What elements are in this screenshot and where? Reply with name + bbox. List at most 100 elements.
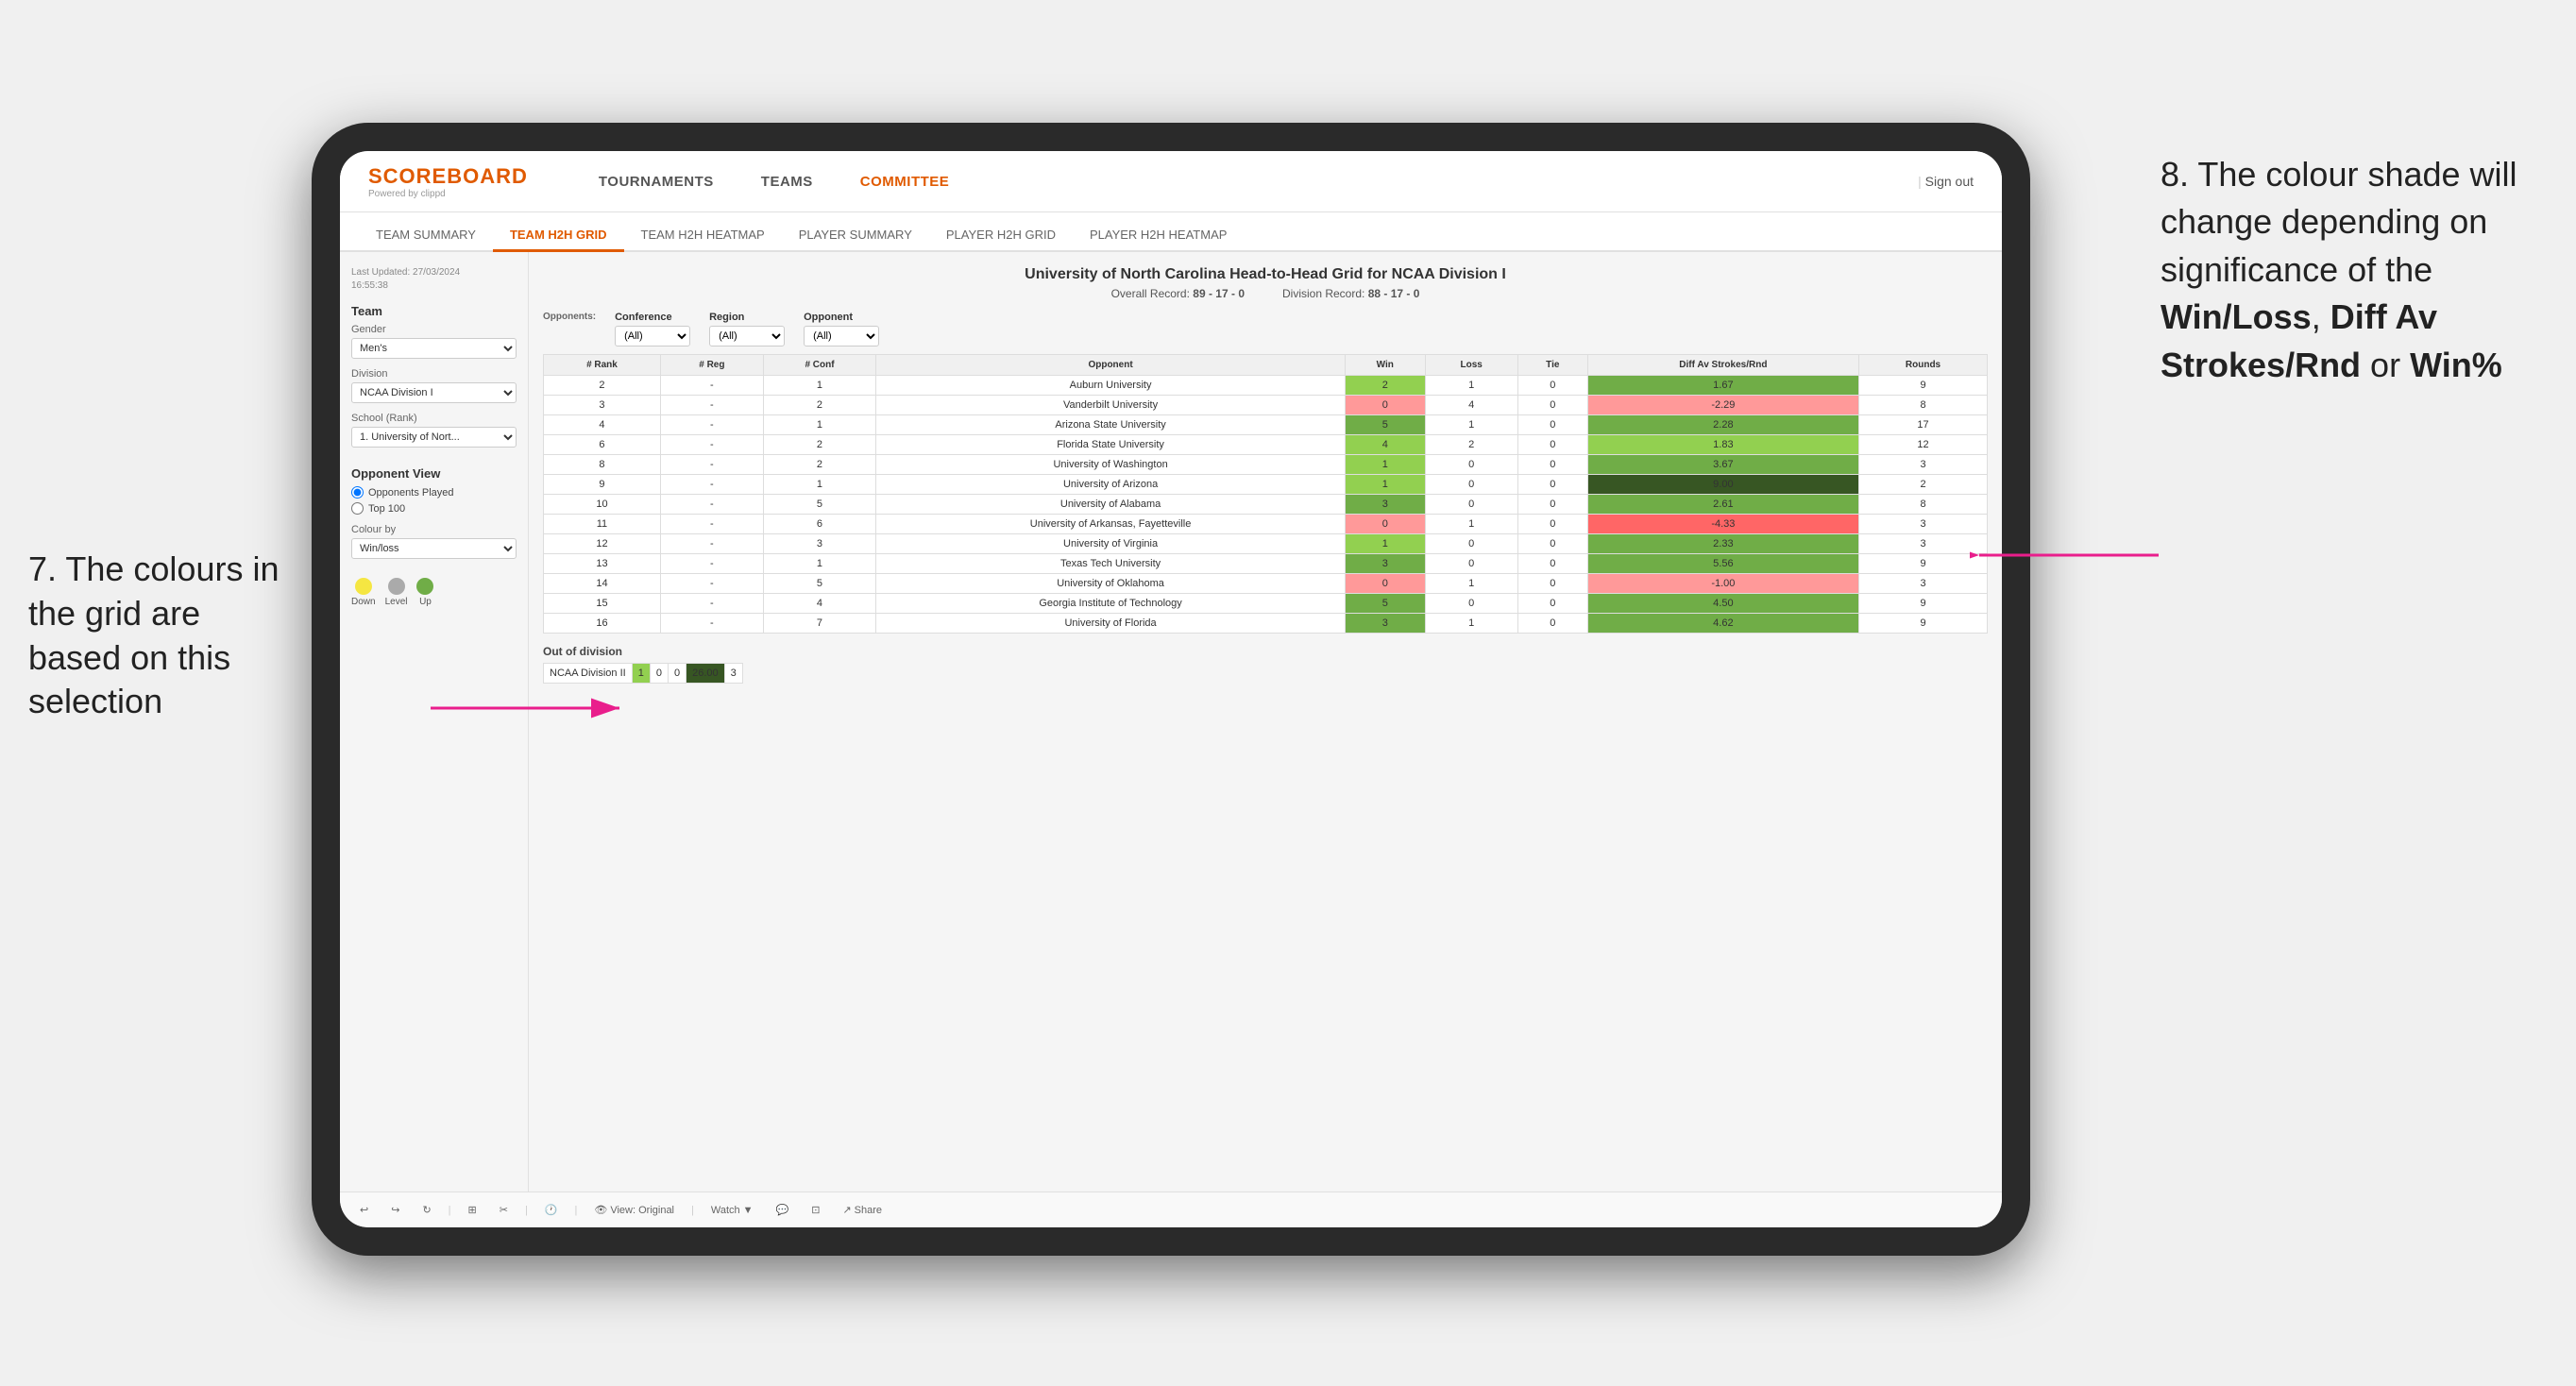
timestamp: Last Updated: 27/03/2024 16:55:38 (351, 266, 517, 293)
division-record: Division Record: 88 - 17 - 0 (1282, 287, 1419, 300)
tab-team-h2h-heatmap[interactable]: TEAM H2H HEATMAP (624, 220, 782, 252)
cell-diff: 5.56 (1587, 554, 1858, 574)
logo-sub: Powered by clippd (368, 189, 528, 199)
cell-reg: - (660, 594, 763, 614)
crop-button[interactable]: ✂ (494, 1201, 514, 1219)
region-select[interactable]: (All) (709, 326, 785, 346)
cell-opponent: Texas Tech University (876, 554, 1346, 574)
cell-rank: 9 (544, 475, 661, 495)
cell-rounds: 9 (1859, 376, 1988, 396)
col-loss: Loss (1425, 355, 1517, 376)
table-row: 9 - 1 University of Arizona 1 0 0 9.00 2 (544, 475, 1988, 495)
tab-player-h2h-heatmap[interactable]: PLAYER H2H HEATMAP (1073, 220, 1244, 252)
nav-teams[interactable]: TEAMS (737, 166, 837, 197)
colour-down-label: Down (351, 597, 376, 607)
cell-loss: 0 (1425, 475, 1517, 495)
cell-diff: -4.33 (1587, 515, 1858, 534)
cell-reg: - (660, 534, 763, 554)
tab-team-summary[interactable]: TEAM SUMMARY (359, 220, 493, 252)
tab-player-h2h-grid[interactable]: PLAYER H2H GRID (929, 220, 1073, 252)
cell-opponent: University of Washington (876, 455, 1346, 475)
cell-win: 1 (1345, 534, 1425, 554)
gender-select[interactable]: Men's (351, 338, 517, 359)
cell-rounds: 9 (1859, 594, 1988, 614)
cell-tie: 0 (1517, 455, 1587, 475)
division-select[interactable]: NCAA Division I (351, 382, 517, 403)
col-tie: Tie (1517, 355, 1587, 376)
cell-reg: - (660, 554, 763, 574)
cell-opponent: Auburn University (876, 376, 1346, 396)
cell-rounds: 9 (1859, 614, 1988, 634)
annotation-right: 8. The colour shade will change dependin… (2161, 151, 2557, 389)
school-label: School (Rank) (351, 413, 517, 424)
cell-win: 3 (1345, 495, 1425, 515)
app-header: SCOREBOARD Powered by clippd TOURNAMENTS… (340, 151, 2002, 212)
view-label: View: Original (610, 1205, 674, 1216)
cell-opponent: University of Arizona (876, 475, 1346, 495)
radio-opponents-played[interactable]: Opponents Played (351, 486, 517, 499)
conference-select[interactable]: (All) (615, 326, 690, 346)
cell-rank: 10 (544, 495, 661, 515)
cell-diff: 2.33 (1587, 534, 1858, 554)
cell-tie: 0 (1517, 574, 1587, 594)
cell-conf: 4 (763, 594, 875, 614)
cell-loss: 1 (1425, 515, 1517, 534)
cell-rank: 12 (544, 534, 661, 554)
cell-rounds: 3 (1859, 574, 1988, 594)
opponent-select[interactable]: (All) (804, 326, 879, 346)
cell-reg: - (660, 574, 763, 594)
sign-out-button[interactable]: Sign out (1918, 174, 1974, 189)
col-reg: # Reg (660, 355, 763, 376)
radio-top-100[interactable]: Top 100 (351, 502, 517, 515)
annotation-left: 7. The colours in the grid are based on … (28, 548, 293, 724)
cell-opponent: University of Alabama (876, 495, 1346, 515)
refresh-button[interactable]: ↻ (416, 1201, 436, 1219)
school-select[interactable]: 1. University of Nort... (351, 427, 517, 448)
watch-label: Watch (711, 1205, 740, 1216)
out-of-division-section: Out of division NCAA Division II 1 0 0 2… (543, 645, 1988, 684)
view-button[interactable]: 👁 View: Original (588, 1201, 680, 1219)
nav-committee[interactable]: COMMITTEE (837, 166, 974, 197)
cell-rounds: 3 (1859, 515, 1988, 534)
redo-button[interactable]: ↪ (385, 1201, 405, 1219)
view-icon: 👁 (594, 1204, 607, 1216)
cell-diff: 9.00 (1587, 475, 1858, 495)
cell-win: 0 (1345, 574, 1425, 594)
cell-tie: 0 (1517, 475, 1587, 495)
cell-diff: 3.67 (1587, 455, 1858, 475)
comment-button[interactable]: 💬 (771, 1201, 795, 1219)
present-button[interactable]: ⊡ (805, 1201, 825, 1219)
cell-win: 5 (1345, 594, 1425, 614)
cell-rounds: 3 (1859, 455, 1988, 475)
cell-rounds: 3 (1859, 534, 1988, 554)
cell-reg: - (660, 614, 763, 634)
clock-button[interactable]: 🕐 (539, 1201, 564, 1219)
nav-tournaments[interactable]: TOURNAMENTS (575, 166, 737, 197)
share-label: Share (855, 1205, 882, 1216)
undo-button[interactable]: ↩ (354, 1201, 374, 1219)
col-win: Win (1345, 355, 1425, 376)
ood-rounds: 3 (724, 664, 742, 684)
cell-diff: 4.50 (1587, 594, 1858, 614)
cell-win: 3 (1345, 554, 1425, 574)
cell-tie: 0 (1517, 396, 1587, 415)
cell-reg: - (660, 455, 763, 475)
col-diff: Diff Av Strokes/Rnd (1587, 355, 1858, 376)
cell-win: 3 (1345, 614, 1425, 634)
ood-opponent: NCAA Division II (544, 664, 633, 684)
cell-loss: 0 (1425, 495, 1517, 515)
copy-button[interactable]: ⊞ (463, 1201, 483, 1219)
cell-loss: 1 (1425, 376, 1517, 396)
tab-team-h2h-grid[interactable]: TEAM H2H GRID (493, 220, 624, 252)
cell-rank: 15 (544, 594, 661, 614)
cell-rank: 4 (544, 415, 661, 435)
share-button[interactable]: ↗ Share (837, 1201, 888, 1219)
watch-button[interactable]: Watch ▼ (705, 1202, 759, 1219)
ood-tie: 0 (668, 664, 686, 684)
cell-conf: 5 (763, 495, 875, 515)
colour-up-dot (416, 578, 433, 595)
tab-player-summary[interactable]: PLAYER SUMMARY (782, 220, 929, 252)
colour-by-select[interactable]: Win/loss (351, 538, 517, 559)
cell-loss: 1 (1425, 574, 1517, 594)
cell-opponent: Arizona State University (876, 415, 1346, 435)
